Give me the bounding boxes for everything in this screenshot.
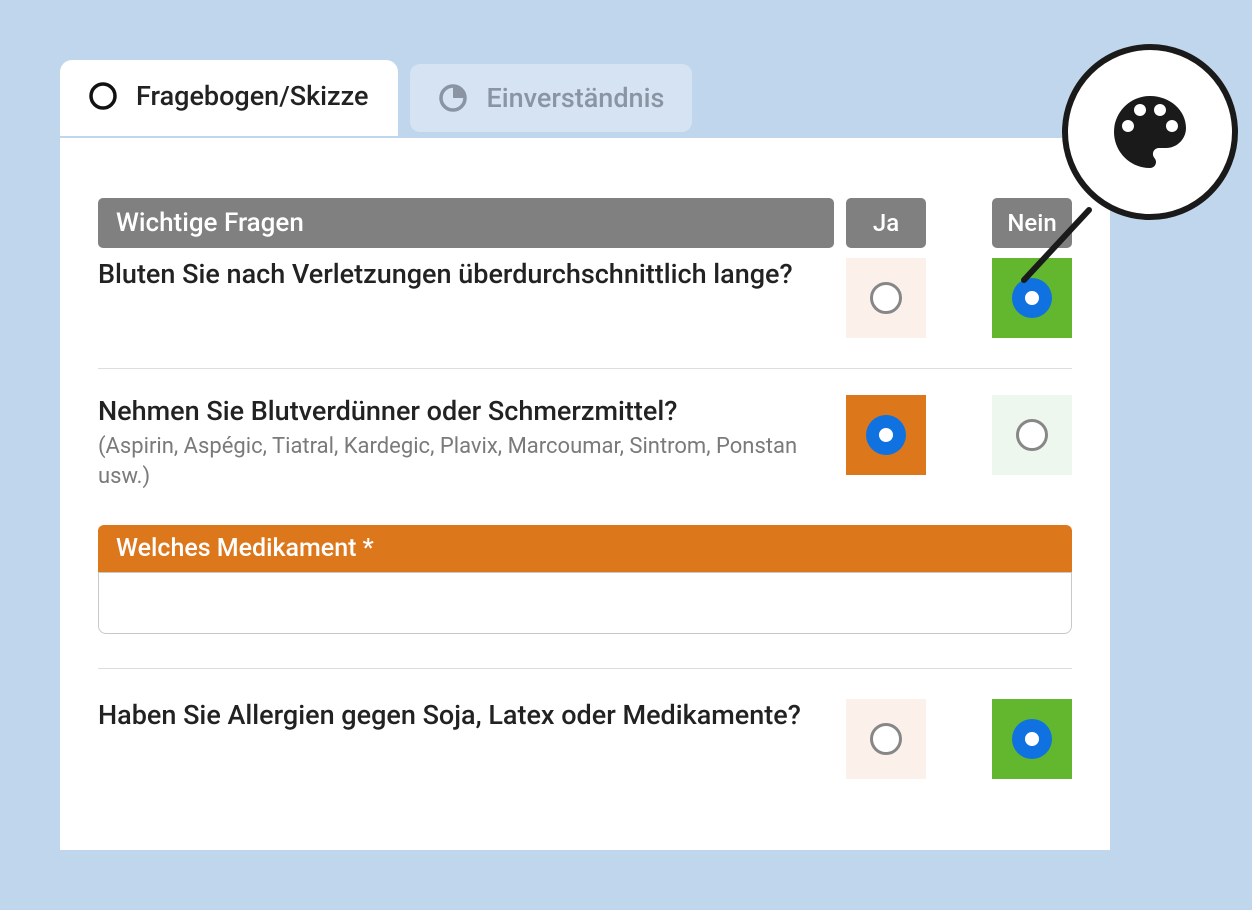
option-no[interactable] bbox=[992, 395, 1072, 475]
tab-bar: Fragebogen/Skizze Einverständnis bbox=[60, 60, 692, 136]
form-panel: Wichtige Fragen Ja Nein Bluten Sie nach … bbox=[60, 138, 1110, 850]
column-header-no: Nein bbox=[992, 198, 1072, 248]
followup-block: Welches Medikament * bbox=[98, 525, 1072, 669]
question-row: Bluten Sie nach Verletzungen überdurchsc… bbox=[98, 248, 1072, 369]
question-text: Haben Sie Allergien gegen Soja, Latex od… bbox=[98, 699, 834, 732]
radio-selected-icon bbox=[1012, 278, 1052, 318]
section-header-row: Wichtige Fragen Ja Nein bbox=[98, 198, 1072, 248]
radio-unselected-icon bbox=[1016, 419, 1048, 451]
question-row: Haben Sie Allergien gegen Soja, Latex od… bbox=[98, 699, 1072, 809]
radio-unselected-icon bbox=[870, 282, 902, 314]
tab-einverstaendnis-label: Einverständnis bbox=[486, 82, 664, 114]
followup-input[interactable] bbox=[98, 572, 1072, 634]
palette-icon bbox=[1102, 84, 1198, 180]
theme-palette-button[interactable] bbox=[1062, 44, 1238, 220]
progress-circle-icon bbox=[438, 83, 468, 113]
question-main-text: Nehmen Sie Blutverdünner oder Schmerzmit… bbox=[98, 395, 677, 427]
option-no[interactable] bbox=[992, 258, 1072, 338]
option-yes[interactable] bbox=[846, 699, 926, 779]
radio-unselected-icon bbox=[870, 723, 902, 755]
radio-selected-icon bbox=[1012, 719, 1052, 759]
question-hint-text: (Aspirin, Aspégic, Tiatral, Kardegic, Pl… bbox=[98, 432, 834, 491]
followup-label: Welches Medikament * bbox=[98, 525, 1072, 572]
section-title: Wichtige Fragen bbox=[98, 198, 834, 248]
circle-outline-icon bbox=[88, 81, 118, 111]
option-yes[interactable] bbox=[846, 258, 926, 338]
question-text: Bluten Sie nach Verletzungen überdurchsc… bbox=[98, 258, 834, 291]
radio-selected-icon bbox=[866, 415, 906, 455]
option-no[interactable] bbox=[992, 699, 1072, 779]
tab-fragebogen[interactable]: Fragebogen/Skizze bbox=[60, 60, 398, 136]
column-header-yes: Ja bbox=[846, 198, 926, 248]
option-yes[interactable] bbox=[846, 395, 926, 475]
tab-fragebogen-label: Fragebogen/Skizze bbox=[136, 80, 368, 112]
question-row: Nehmen Sie Blutverdünner oder Schmerzmit… bbox=[98, 369, 1072, 521]
question-text: Nehmen Sie Blutverdünner oder Schmerzmit… bbox=[98, 395, 834, 491]
tab-einverstaendnis[interactable]: Einverständnis bbox=[410, 64, 692, 132]
